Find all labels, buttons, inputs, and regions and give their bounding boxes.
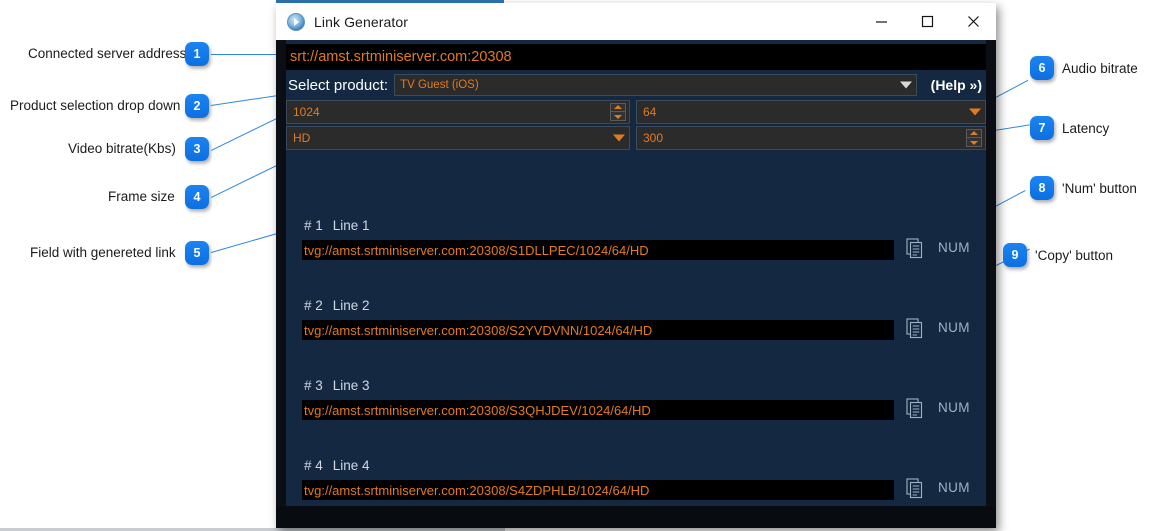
annotation-label-4: Frame size (108, 189, 175, 204)
help-button[interactable]: (Help ») (931, 77, 982, 93)
product-dropdown[interactable]: TV Guest (iOS) (394, 74, 917, 96)
copy-icon[interactable] (906, 238, 924, 260)
frame-size-value: HD (293, 131, 311, 145)
link-number: # 1 (304, 218, 323, 233)
annotation-label-6: Audio bitrate (1062, 61, 1138, 76)
parameters-grid: 1024 64 HD 300 (286, 100, 986, 152)
link-name: Line 3 (332, 378, 370, 393)
annotation-badge-3: 3 (185, 137, 209, 161)
num-button[interactable]: NUM (938, 400, 970, 415)
window-bottom-strip (276, 506, 996, 528)
annotation-badge-8: 8 (1030, 176, 1054, 200)
generated-link-field[interactable]: tvg://amst.srtminiserver.com:20308/S2YVD… (302, 320, 894, 340)
link-number: # 3 (304, 378, 323, 393)
server-address-field[interactable]: srt://amst.srtminiserver.com:20308 (286, 44, 986, 70)
annotation-badge-7: 7 (1030, 116, 1054, 140)
annotation-label-9: 'Copy' button (1035, 248, 1113, 263)
link-heading: # 1 Line 1 (304, 218, 370, 233)
link-heading: # 4 Line 4 (304, 458, 370, 473)
num-button[interactable]: NUM (938, 320, 970, 335)
annotation-badge-2: 2 (185, 94, 209, 118)
link-heading: # 2 Line 2 (304, 298, 370, 313)
annotation-badge-1: 1 (185, 42, 209, 66)
link-row: # 2 Line 2 tvg://amst.srtminiserver.com:2… (286, 298, 986, 378)
annotation-badge-4: 4 (185, 185, 209, 209)
generated-link-field[interactable]: tvg://amst.srtminiserver.com:20308/S3QHJ… (302, 400, 894, 420)
link-row: # 1 Line 1 tvg://amst.srtminiserver.com:2… (286, 218, 986, 298)
window-titlebar: Link Generator (276, 3, 996, 41)
product-label: Select product: (288, 76, 389, 94)
video-bitrate-value: 1024 (293, 105, 320, 119)
copy-icon[interactable] (906, 318, 924, 340)
parameters-row-2: HD 300 (286, 126, 986, 150)
annotation-label-3: Video bitrate(Kbs) (68, 141, 176, 156)
screenshot-canvas: Connected server address 1 Product selec… (0, 0, 1149, 531)
link-name: Line 2 (332, 298, 370, 313)
frame-size-dropdown[interactable]: HD (286, 126, 630, 150)
stepper-up-icon (970, 131, 978, 136)
copy-icon[interactable] (906, 398, 924, 420)
copy-icon[interactable] (906, 478, 924, 500)
link-heading: # 3 Line 3 (304, 378, 370, 393)
video-bitrate-stepper-icon[interactable] (610, 103, 626, 121)
link-name: Line 4 (332, 458, 370, 473)
close-icon[interactable] (950, 3, 996, 40)
annotation-label-2: Product selection drop down (10, 98, 181, 113)
generated-link-field[interactable]: tvg://amst.srtminiserver.com:20308/S4ZDP… (302, 480, 894, 500)
audio-bitrate-value: 64 (643, 105, 657, 119)
generated-links-area: # 1 Line 1 tvg://amst.srtminiserver.com:2… (286, 156, 986, 518)
chevron-down-icon (969, 108, 981, 116)
window-controls (858, 3, 996, 40)
annotation-badge-5: 5 (185, 241, 209, 265)
product-selection-row: Select product: TV Guest (iOS) (Help ») (286, 72, 986, 98)
stepper-up-icon (614, 105, 622, 110)
window-client-area: srt://amst.srtminiserver.com:20308 Selec… (276, 40, 996, 528)
chevron-down-icon (613, 134, 625, 142)
chevron-down-icon (899, 81, 912, 89)
stepper-down-icon (970, 140, 978, 145)
latency-value: 300 (643, 131, 664, 145)
stepper-divider (611, 111, 625, 113)
product-dropdown-value: TV Guest (iOS) (400, 79, 479, 91)
annotation-badge-6: 6 (1030, 56, 1054, 80)
maximize-icon[interactable] (904, 3, 950, 40)
annotation-label-5: Field with genereted link (30, 245, 176, 260)
generated-link-field[interactable]: tvg://amst.srtminiserver.com:20308/S1DLL… (302, 240, 894, 260)
link-row: # 3 Line 3 tvg://amst.srtminiserver.com:2… (286, 378, 986, 458)
annotation-label-1: Connected server address (28, 46, 187, 61)
link-number: # 2 (304, 298, 323, 313)
num-button[interactable]: NUM (938, 240, 970, 255)
link-name: Line 1 (332, 218, 370, 233)
stepper-divider (967, 137, 981, 139)
num-button[interactable]: NUM (938, 480, 970, 495)
stepper-down-icon (614, 114, 622, 119)
audio-bitrate-dropdown[interactable]: 64 (636, 100, 986, 124)
window-title: Link Generator (314, 13, 409, 30)
app-disc-icon (287, 12, 305, 31)
link-generator-window: Link Generator srt://amst.srtminiserver.… (276, 3, 996, 528)
video-bitrate-spinner[interactable]: 1024 (286, 100, 630, 124)
link-number: # 4 (304, 458, 323, 473)
annotation-label-8: 'Num' button (1062, 181, 1137, 196)
parameters-row-1: 1024 64 (286, 100, 986, 124)
minimize-icon[interactable] (858, 3, 904, 40)
latency-spinner[interactable]: 300 (636, 126, 986, 150)
latency-stepper-icon[interactable] (966, 129, 982, 147)
desktop-window-edge-top (276, 0, 504, 3)
annotation-label-7: Latency (1062, 121, 1110, 136)
annotation-badge-9: 9 (1003, 243, 1027, 267)
